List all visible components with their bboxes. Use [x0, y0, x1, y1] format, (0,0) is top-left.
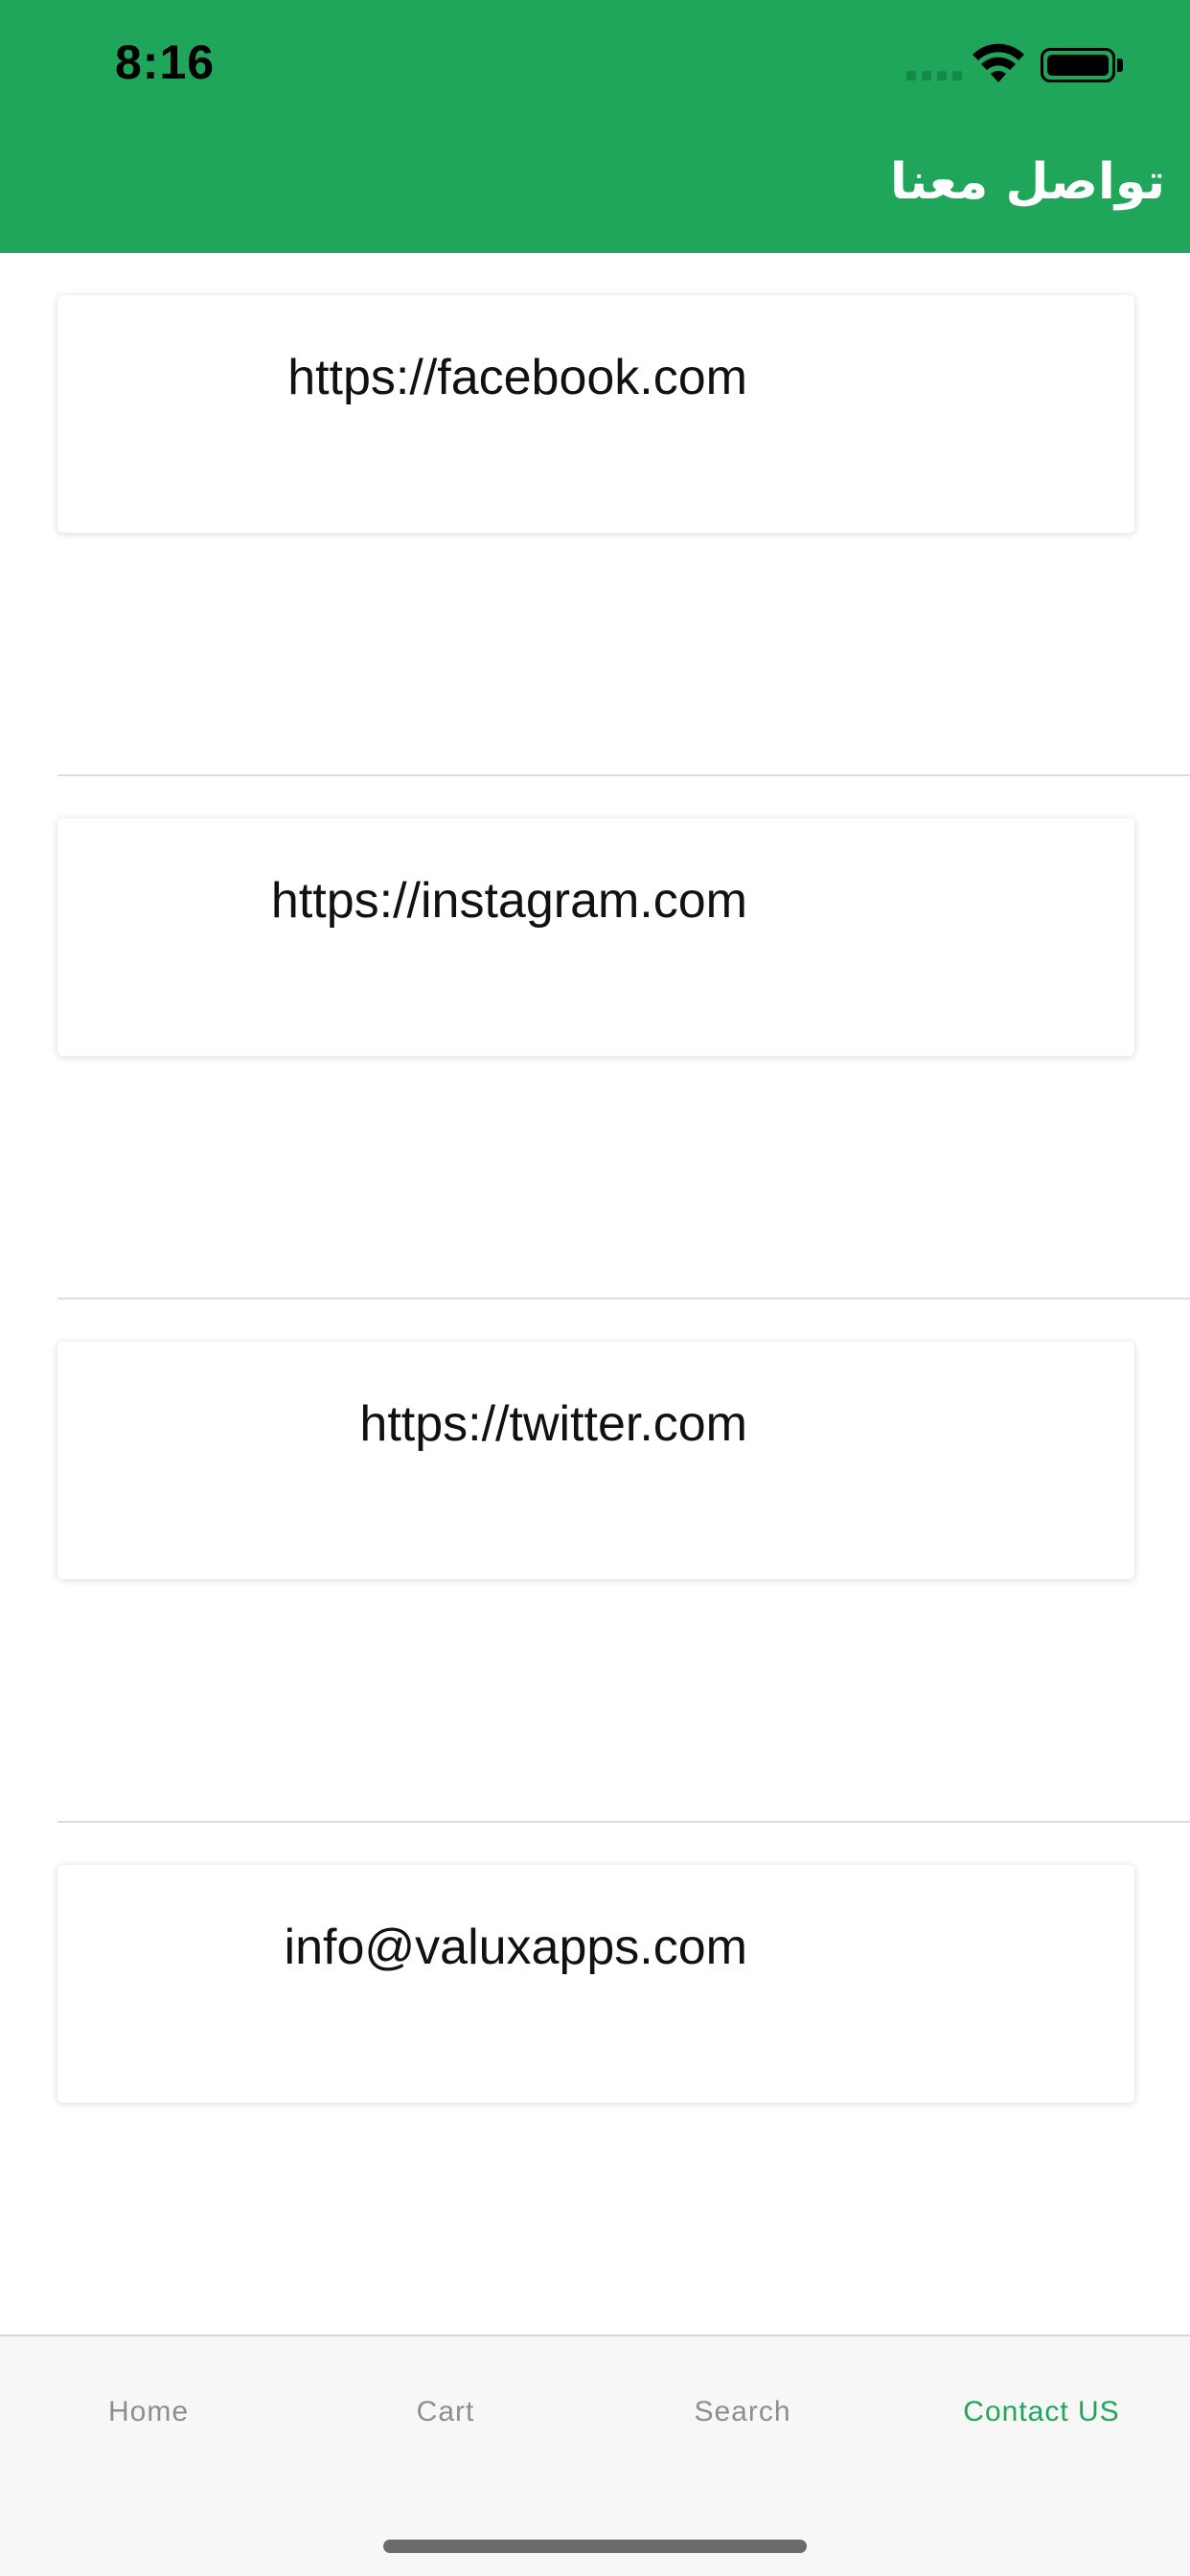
tab-contact-us[interactable]: Contact US — [893, 2396, 1190, 2428]
page-title: تواصل معنا — [889, 153, 1165, 211]
contact-card[interactable]: https://instagram.com — [57, 818, 1134, 1056]
home-indicator — [383, 2540, 807, 2553]
contact-row-email: info@valuxapps.com — [57, 1823, 1190, 2346]
tab-search[interactable]: Search — [594, 2396, 891, 2428]
battery-icon — [1041, 48, 1115, 82]
bottom-tab-bar: Home Cart Search Contact US — [0, 2334, 1190, 2576]
contact-link[interactable]: https://facebook.com — [287, 349, 747, 406]
app-header: 8:16 تواصل معنا — [0, 0, 1190, 253]
contact-email[interactable]: info@valuxapps.com — [285, 1919, 747, 1976]
contact-row-twitter: https://twitter.com — [57, 1300, 1190, 1823]
contact-card[interactable]: https://facebook.com — [57, 295, 1134, 533]
status-time: 8:16 — [115, 35, 216, 89]
tab-cart[interactable]: Cart — [297, 2396, 594, 2428]
contact-card[interactable]: https://twitter.com — [57, 1342, 1134, 1579]
tab-home[interactable]: Home — [0, 2396, 297, 2428]
contact-card[interactable]: info@valuxapps.com — [57, 1865, 1134, 2103]
contact-row-facebook: https://facebook.com — [57, 253, 1190, 776]
contact-link[interactable]: https://twitter.com — [359, 1395, 747, 1453]
cellular-signal-icon — [906, 71, 964, 80]
contact-link[interactable]: https://instagram.com — [271, 872, 747, 930]
contact-row-instagram: https://instagram.com — [57, 776, 1190, 1300]
wifi-icon — [973, 43, 1024, 82]
status-icons — [906, 42, 1127, 84]
